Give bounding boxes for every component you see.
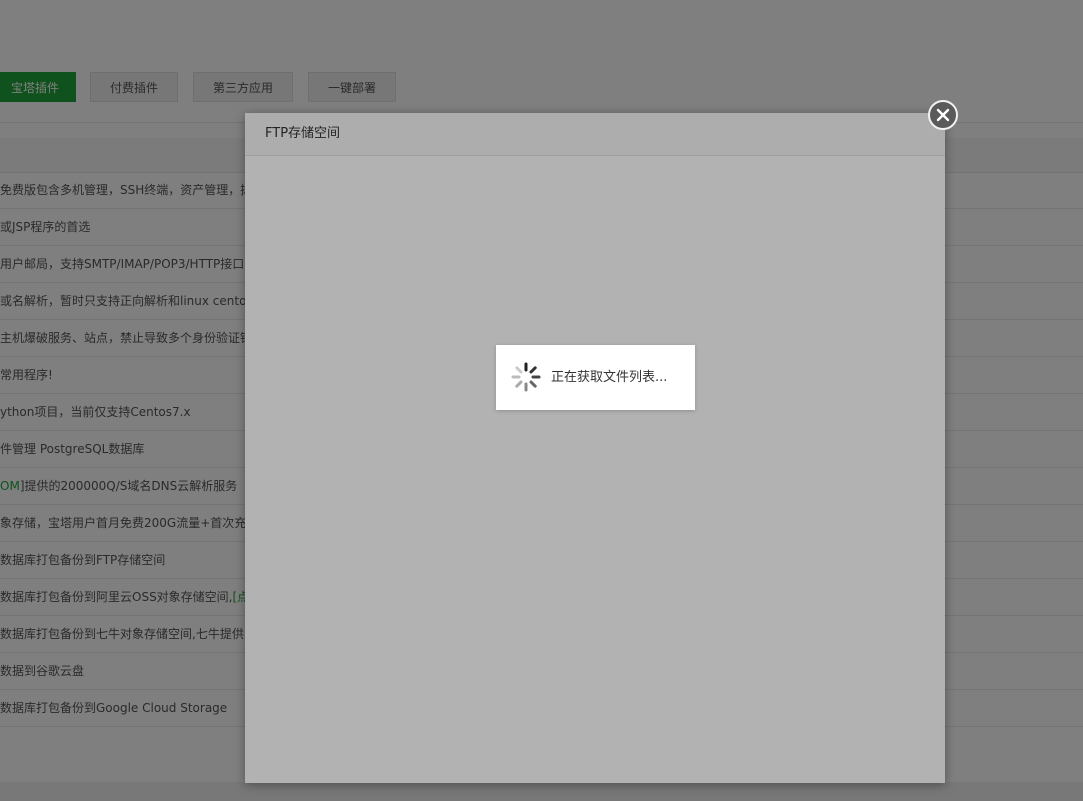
spinner-icon (511, 362, 541, 392)
close-button[interactable] (928, 100, 958, 130)
ftp-storage-dialog: FTP存储空间 (245, 113, 945, 783)
loading-text: 正在获取文件列表... (551, 370, 668, 385)
close-icon (936, 108, 950, 122)
loading-toast: 正在获取文件列表... (496, 345, 695, 410)
dialog-loading-mask (245, 113, 945, 783)
